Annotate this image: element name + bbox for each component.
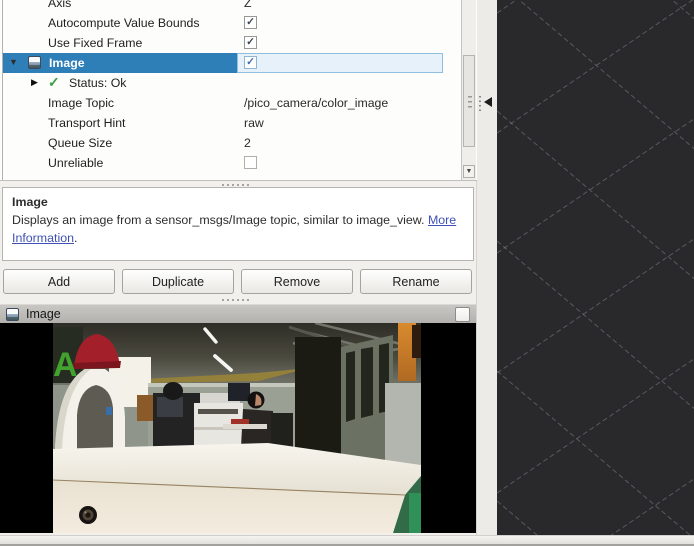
checkbox-unchecked[interactable] (244, 156, 257, 169)
image-panel-header[interactable]: Image (0, 304, 476, 323)
tree-scrollbar[interactable]: ▼ (461, 0, 476, 180)
rename-button[interactable]: Rename (360, 269, 472, 294)
description-title: Image (12, 195, 48, 209)
property-tree: Axis Z Autocompute Value Bounds ✓ Use Fi… (0, 0, 477, 181)
status-bar (0, 535, 694, 546)
image-icon (28, 56, 41, 69)
tree-row-queue-size[interactable]: Queue Size 2 (3, 133, 443, 153)
image-panel: Image (0, 304, 476, 533)
status-ok-icon: ✓ (48, 74, 60, 91)
image-panel-title: Image (26, 307, 61, 321)
tree-row-image-selected[interactable]: ▼ Image ✓ (3, 53, 443, 73)
remove-button[interactable]: Remove (241, 269, 353, 294)
add-button[interactable]: Add (3, 269, 115, 294)
duplicate-button[interactable]: Duplicate (122, 269, 234, 294)
chevron-right-icon[interactable]: ▶ (31, 77, 38, 88)
checkbox-checked[interactable]: ✓ (244, 36, 257, 49)
image-view: A (0, 323, 476, 533)
splitter-grip-dots (479, 96, 481, 112)
display-description-box: Image Displays an image from a sensor_ms… (2, 187, 474, 261)
checkbox-checked[interactable]: ✓ (244, 56, 257, 69)
grid-lines (497, 0, 694, 536)
rviz-window: Axis Z Autocompute Value Bounds ✓ Use Fi… (0, 0, 694, 546)
description-body: Displays an image from a sensor_msgs/Ima… (12, 213, 428, 227)
tree-row-image-topic[interactable]: Image Topic /pico_camera/color_image (3, 93, 443, 113)
tree-row-autocompute-value-bounds[interactable]: Autocompute Value Bounds ✓ (3, 13, 443, 33)
tree-row-axis[interactable]: Axis Z (3, 0, 443, 13)
panel-float-button[interactable] (455, 307, 470, 322)
scrollbar-grip (468, 96, 472, 110)
tree-row-status-ok[interactable]: ▶ ✓ Status: Ok (3, 73, 443, 93)
splitter-handle-bottom[interactable] (222, 298, 252, 302)
tree-row-unreliable[interactable]: Unreliable (3, 153, 443, 173)
collapse-left-icon[interactable] (484, 97, 492, 107)
svg-text:A: A (53, 346, 78, 384)
camera-image: A (53, 323, 421, 533)
chevron-down-icon[interactable]: ▼ (9, 57, 18, 67)
image-icon (6, 308, 19, 321)
scrollbar-down-arrow[interactable]: ▼ (463, 165, 475, 178)
tree-row-use-fixed-frame[interactable]: Use Fixed Frame ✓ (3, 33, 443, 53)
displays-dock: Axis Z Autocompute Value Bounds ✓ Use Fi… (0, 0, 477, 535)
selected-value-cell: ✓ (237, 53, 443, 73)
3d-viewport[interactable] (497, 0, 694, 536)
dock-splitter[interactable] (477, 0, 497, 536)
checkbox-checked[interactable]: ✓ (244, 16, 257, 29)
scrollbar-thumb[interactable] (463, 55, 475, 147)
tree-row-transport-hint[interactable]: Transport Hint raw (3, 113, 443, 133)
